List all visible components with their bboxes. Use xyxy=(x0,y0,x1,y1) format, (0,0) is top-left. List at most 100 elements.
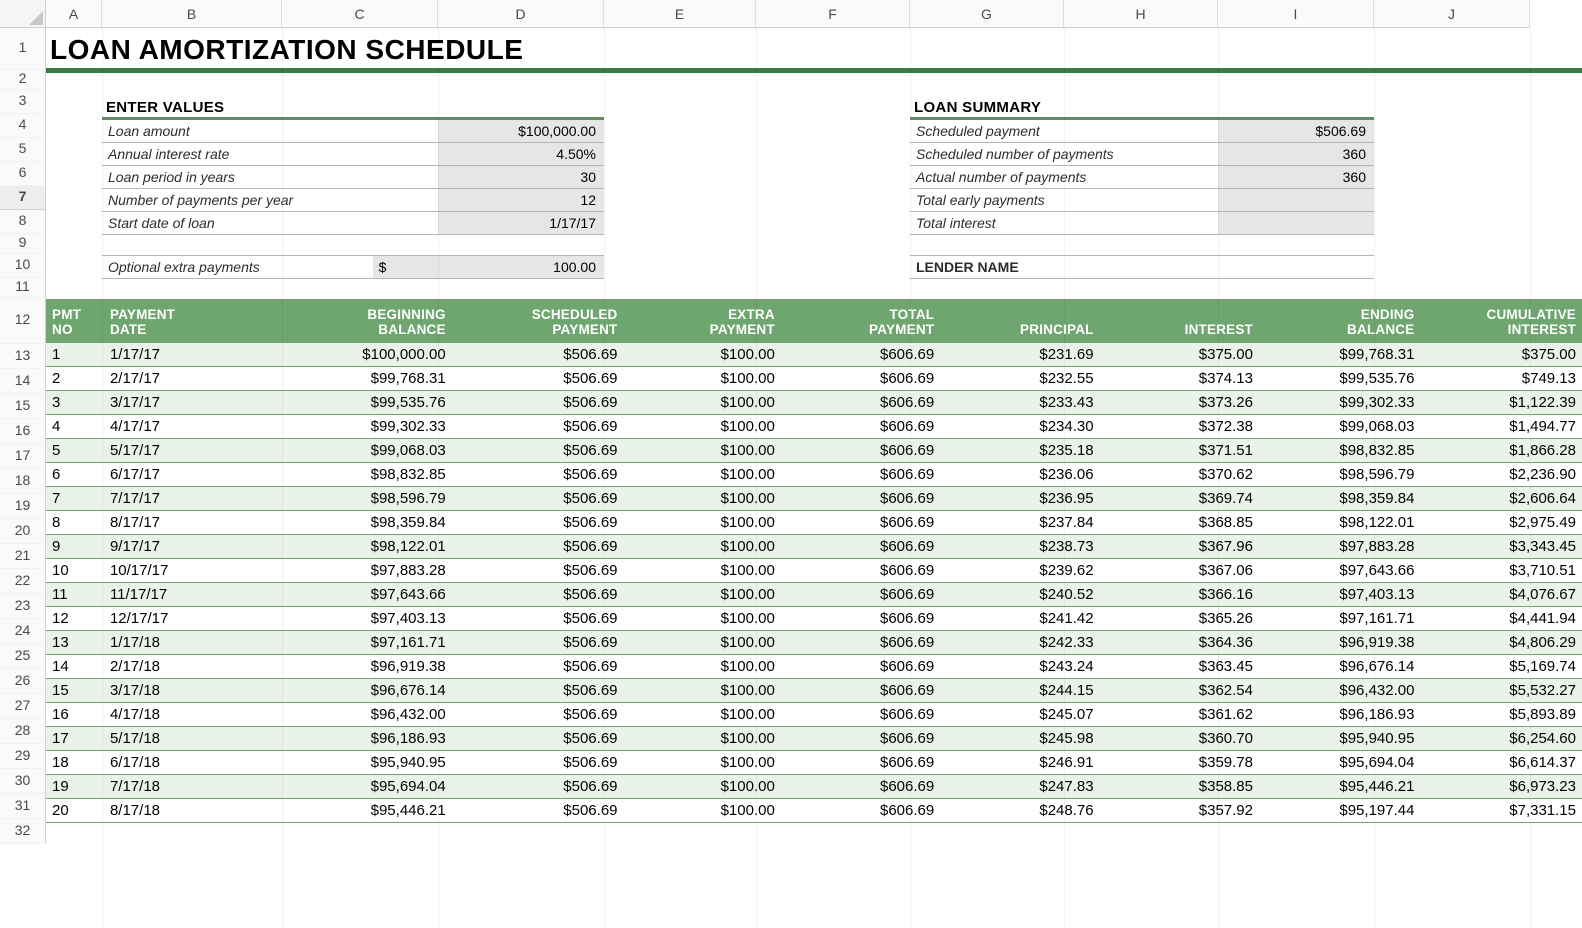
cell[interactable]: $238.73 xyxy=(940,535,1099,559)
cell[interactable]: 5 xyxy=(46,439,104,463)
cell[interactable]: $97,161.71 xyxy=(1259,607,1420,631)
cell[interactable]: $372.38 xyxy=(1100,415,1259,439)
row-header-24[interactable]: 24 xyxy=(0,619,46,644)
cell[interactable]: 5/17/17 xyxy=(104,439,290,463)
cell[interactable]: 12 xyxy=(46,607,104,631)
cell[interactable]: $506.69 xyxy=(452,463,624,487)
row-header-30[interactable]: 30 xyxy=(0,769,46,794)
cell[interactable]: $97,403.13 xyxy=(1259,583,1420,607)
cell[interactable]: $1,122.39 xyxy=(1420,391,1582,415)
cell[interactable]: $506.69 xyxy=(452,487,624,511)
cell[interactable]: 3/17/18 xyxy=(104,679,290,703)
cell[interactable]: $96,432.00 xyxy=(290,703,451,727)
cell[interactable]: $506.69 xyxy=(452,343,624,367)
cell[interactable]: $98,359.84 xyxy=(290,511,451,535)
row-header-26[interactable]: 26 xyxy=(0,669,46,694)
cell[interactable]: $100.00 xyxy=(624,727,781,751)
cell[interactable]: $369.74 xyxy=(1100,487,1259,511)
cell[interactable]: $506.69 xyxy=(452,367,624,391)
cell[interactable]: $606.69 xyxy=(781,391,940,415)
cell[interactable]: $357.92 xyxy=(1100,799,1259,823)
cell[interactable]: $248.76 xyxy=(940,799,1099,823)
cell[interactable]: $99,302.33 xyxy=(290,415,451,439)
row-header-27[interactable]: 27 xyxy=(0,694,46,719)
cell[interactable]: $100.00 xyxy=(624,607,781,631)
row-header-13[interactable]: 13 xyxy=(0,344,46,369)
table-row[interactable]: 11/17/17$100,000.00$506.69$100.00$606.69… xyxy=(46,343,1582,367)
cell[interactable]: 6/17/18 xyxy=(104,751,290,775)
table-row[interactable]: 1212/17/17$97,403.13$506.69$100.00$606.6… xyxy=(46,607,1582,631)
table-row[interactable]: 186/17/18$95,940.95$506.69$100.00$606.69… xyxy=(46,751,1582,775)
column-header-d[interactable]: D xyxy=(438,0,604,28)
summary-value-cell[interactable] xyxy=(1218,189,1374,212)
cell[interactable]: $606.69 xyxy=(781,463,940,487)
cell[interactable]: $361.62 xyxy=(1100,703,1259,727)
cell[interactable]: $6,973.23 xyxy=(1420,775,1582,799)
cell[interactable]: $506.69 xyxy=(452,703,624,727)
cell[interactable]: $96,186.93 xyxy=(1259,703,1420,727)
column-header-h[interactable]: H xyxy=(1064,0,1218,28)
cell[interactable]: 15 xyxy=(46,679,104,703)
cell[interactable]: $1,494.77 xyxy=(1420,415,1582,439)
cell[interactable]: 7/17/17 xyxy=(104,487,290,511)
cell[interactable]: $100.00 xyxy=(624,559,781,583)
cell[interactable]: $99,768.31 xyxy=(1259,343,1420,367)
row-header-28[interactable]: 28 xyxy=(0,719,46,744)
cell[interactable]: $95,940.95 xyxy=(290,751,451,775)
cell[interactable]: $606.69 xyxy=(781,703,940,727)
cell[interactable]: $100.00 xyxy=(624,463,781,487)
cell[interactable]: $506.69 xyxy=(452,799,624,823)
cell[interactable]: 8/17/18 xyxy=(104,799,290,823)
row-header-29[interactable]: 29 xyxy=(0,744,46,769)
cell[interactable]: $6,614.37 xyxy=(1420,751,1582,775)
table-row[interactable]: 197/17/18$95,694.04$506.69$100.00$606.69… xyxy=(46,775,1582,799)
cell[interactable]: $506.69 xyxy=(452,511,624,535)
cell[interactable]: $96,186.93 xyxy=(290,727,451,751)
column-header-j[interactable]: J xyxy=(1374,0,1530,28)
col-header[interactable]: BEGINNINGBALANCE xyxy=(290,299,451,343)
cell[interactable]: $100.00 xyxy=(624,343,781,367)
col-header[interactable]: PRINCIPAL xyxy=(940,299,1099,343)
col-header[interactable]: CUMULATIVEINTEREST xyxy=(1420,299,1582,343)
cell[interactable]: $606.69 xyxy=(781,751,940,775)
row-header-15[interactable]: 15 xyxy=(0,394,46,419)
cell[interactable]: $236.06 xyxy=(940,463,1099,487)
cell[interactable]: 8 xyxy=(46,511,104,535)
cell[interactable]: $375.00 xyxy=(1420,343,1582,367)
cell[interactable]: 11/17/17 xyxy=(104,583,290,607)
cell[interactable]: $358.85 xyxy=(1100,775,1259,799)
cell[interactable]: $506.69 xyxy=(452,679,624,703)
cell[interactable]: $606.69 xyxy=(781,607,940,631)
summary-value-cell[interactable] xyxy=(1218,212,1374,235)
cell[interactable]: $100.00 xyxy=(624,439,781,463)
cell[interactable]: $236.95 xyxy=(940,487,1099,511)
cell[interactable]: $100.00 xyxy=(624,751,781,775)
row-header-32[interactable]: 32 xyxy=(0,819,46,844)
cell[interactable]: $506.69 xyxy=(452,631,624,655)
cell[interactable]: $371.51 xyxy=(1100,439,1259,463)
row-header-8[interactable]: 8 xyxy=(0,210,46,234)
col-header[interactable]: INTEREST xyxy=(1100,299,1259,343)
cell[interactable]: $749.13 xyxy=(1420,367,1582,391)
cell[interactable]: 10 xyxy=(46,559,104,583)
row-header-11[interactable]: 11 xyxy=(0,278,46,298)
cell[interactable]: $506.69 xyxy=(452,415,624,439)
table-row[interactable]: 22/17/17$99,768.31$506.69$100.00$606.69$… xyxy=(46,367,1582,391)
cell[interactable]: $606.69 xyxy=(781,775,940,799)
cell[interactable]: 3/17/17 xyxy=(104,391,290,415)
row-header-12[interactable]: 12 xyxy=(0,298,46,344)
row-header-7[interactable]: 7 xyxy=(0,186,46,210)
table-row[interactable]: 88/17/17$98,359.84$506.69$100.00$606.69$… xyxy=(46,511,1582,535)
table-row[interactable]: 164/17/18$96,432.00$506.69$100.00$606.69… xyxy=(46,703,1582,727)
cell[interactable]: $95,446.21 xyxy=(290,799,451,823)
column-header-e[interactable]: E xyxy=(604,0,756,28)
cell[interactable]: $606.69 xyxy=(781,415,940,439)
cell[interactable]: $98,832.85 xyxy=(1259,439,1420,463)
lender-name-cell[interactable] xyxy=(1119,256,1374,279)
cell[interactable]: $96,676.14 xyxy=(1259,655,1420,679)
cell[interactable]: $506.69 xyxy=(452,535,624,559)
cell[interactable]: $606.69 xyxy=(781,535,940,559)
cell[interactable]: $100.00 xyxy=(624,487,781,511)
cell[interactable]: $95,446.21 xyxy=(1259,775,1420,799)
cell[interactable]: $96,432.00 xyxy=(1259,679,1420,703)
